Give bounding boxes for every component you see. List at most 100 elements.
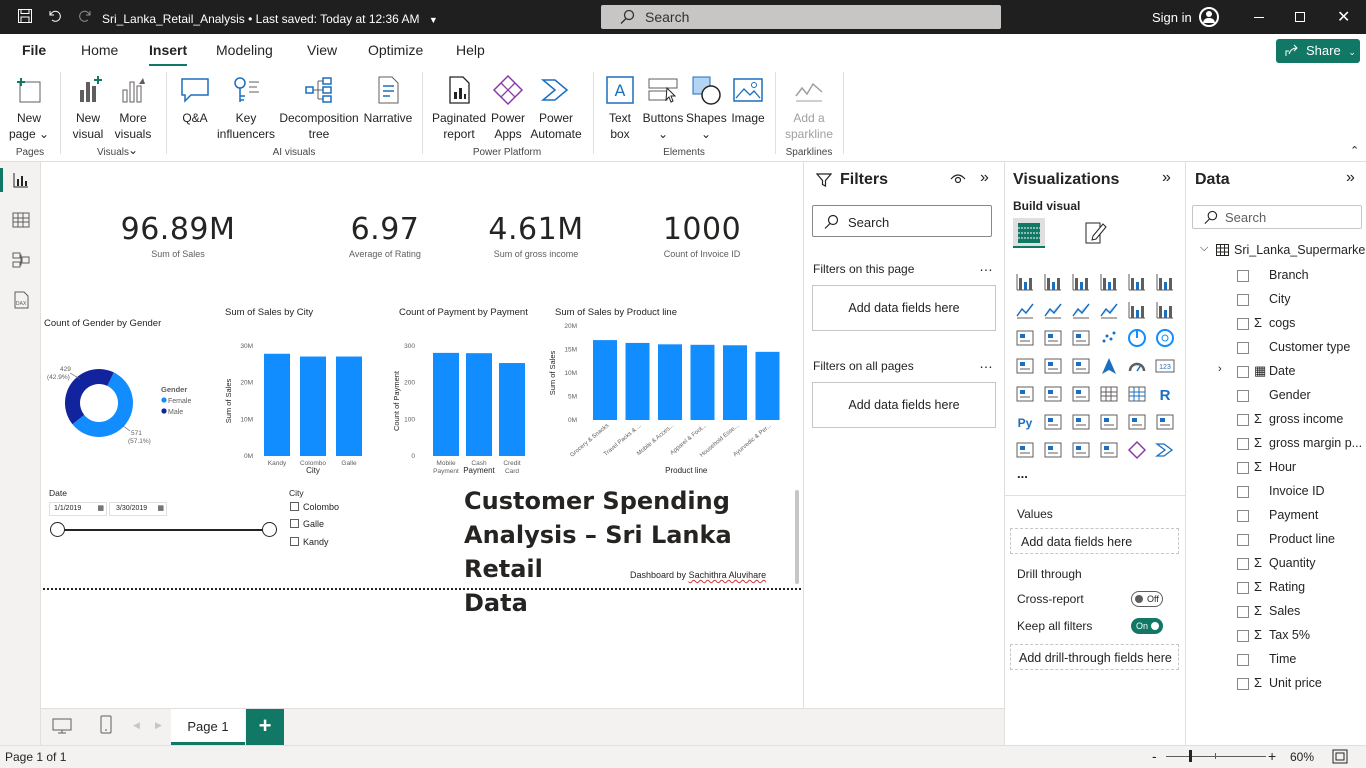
azure-map-icon[interactable] [1099,356,1119,376]
new-page-button[interactable]: New page ⌄ [8,74,50,142]
key-influencers-icon[interactable] [1043,412,1063,432]
add-page-button[interactable]: + [246,709,284,745]
field-item[interactable]: Gender [1196,387,1366,409]
report-headline[interactable]: Customer Spending Analysis – Sri Lanka R… [464,484,804,620]
more-options-icon[interactable]: … [979,355,993,371]
shapes-button[interactable]: Shapes ⌄ [686,74,727,142]
more-visuals-ellipsis[interactable]: ... [1017,466,1028,481]
bar-0[interactable] [593,340,617,420]
share-button[interactable]: Share ⌄ [1276,39,1360,63]
paginated-visual-icon[interactable] [1015,440,1035,460]
drill-through-dropzone[interactable]: Add drill-through fields here [1010,644,1179,670]
narrative-button[interactable]: Narrative [362,74,414,126]
buttons-button[interactable]: Buttons ⌄ [640,74,686,142]
bar-4[interactable] [723,345,747,420]
bar-0[interactable] [433,352,459,456]
mobile-layout-icon[interactable] [99,715,113,735]
bar-2[interactable] [658,344,682,420]
field-checkbox[interactable] [1237,654,1249,666]
tab-help[interactable]: Help [456,42,485,58]
area-chart-icon[interactable] [1043,300,1063,320]
field-item[interactable]: Σ Sales [1196,603,1366,625]
cross-report-toggle[interactable]: Off [1131,591,1163,607]
field-item[interactable]: Time [1196,651,1366,673]
fit-to-page-icon[interactable] [1332,749,1348,764]
chevron-right-icon[interactable]: › [1218,363,1222,375]
collapse-data-icon[interactable]: » [1346,169,1355,187]
arcgis-icon[interactable] [1099,440,1119,460]
field-item[interactable]: Σgross income [1196,411,1366,433]
text-box-button[interactable]: A Text box [600,74,640,142]
treemap-icon[interactable] [1015,356,1035,376]
checkbox[interactable] [290,537,299,546]
field-checkbox[interactable] [1237,534,1249,546]
key-influencers-button[interactable]: Key influencers [216,74,276,142]
close-icon[interactable]: ✕ [1337,7,1350,27]
field-checkbox[interactable] [1237,438,1249,450]
funnel-icon[interactable] [1071,328,1091,348]
city-bar-chart[interactable]: 30M20M10M0MSum of SalesKandy Colombo Galle… [219,320,379,480]
stacked-column-chart-icon[interactable] [1043,272,1063,292]
card-new-icon[interactable] [1043,440,1063,460]
line-chart-icon[interactable] [1015,300,1035,320]
field-item[interactable]: Product line [1196,531,1366,553]
field-item[interactable]: › ▦ Date [1196,363,1366,385]
field-checkbox[interactable] [1237,390,1249,402]
minimize-icon[interactable] [1254,17,1264,18]
multi-row-card-icon[interactable] [1015,384,1035,404]
page-scroll-left-icon[interactable]: ◀ [133,720,140,731]
python-visual-icon[interactable]: Py [1015,412,1035,432]
maximize-icon[interactable] [1295,12,1305,22]
smart-narrative-icon[interactable] [1127,412,1147,432]
zoom-slider[interactable] [1166,750,1266,762]
bar-2[interactable] [336,356,362,456]
kpi-card-sales[interactable]: 96.89M Sum of Sales [103,212,253,259]
field-item[interactable]: Branch [1196,267,1366,289]
stacked-bar-chart-icon[interactable] [1015,272,1035,292]
all-pages-filter-dropzone[interactable]: Add data fields here [812,382,996,428]
table-view-icon[interactable] [11,210,31,230]
data-search-input[interactable]: Search [1192,205,1362,229]
bar-1[interactable] [625,342,650,420]
card-icon[interactable]: 123 [1155,356,1175,376]
undo-icon[interactable] [46,8,64,26]
dax-query-view-icon[interactable]: DAX [11,290,31,310]
date-slider-end-handle[interactable] [262,522,277,537]
date-to-input[interactable]: 3/30/2019 ▦ [109,502,167,516]
new-visual-button[interactable]: New visual [68,74,108,142]
redo-icon[interactable] [76,8,94,26]
checkbox[interactable] [290,502,299,511]
search-input[interactable]: Search [601,5,1001,29]
desktop-layout-icon[interactable] [51,717,73,735]
field-checkbox[interactable] [1237,630,1249,642]
page-filter-dropzone[interactable]: Add data fields here [812,285,996,331]
table-icon[interactable] [1099,384,1119,404]
sign-in-link[interactable]: Sign in [1152,10,1192,25]
model-view-icon[interactable] [11,250,31,270]
account-icon[interactable] [1199,7,1219,27]
field-checkbox[interactable] [1237,414,1249,426]
stacked-bar-100-icon[interactable] [1127,272,1147,292]
field-checkbox[interactable] [1237,318,1249,330]
tab-home[interactable]: Home [81,42,118,58]
zoom-out-icon[interactable]: - [1152,748,1157,764]
tab-optimize[interactable]: Optimize [368,42,423,58]
more-visuals-button[interactable]: More visuals ⌄ [110,74,156,158]
power-automate-button[interactable]: Power Automate [530,74,582,142]
funnel-chart-icon[interactable] [1043,328,1063,348]
legend-female[interactable]: Female [168,398,191,405]
clustered-column-chart-icon[interactable] [1099,272,1119,292]
field-item[interactable]: Payment [1196,507,1366,529]
field-item[interactable]: Σ Hour [1196,459,1366,481]
donut-chart-icon[interactable] [1155,328,1175,348]
format-visual-icon[interactable] [1083,220,1109,246]
power-apps-icon[interactable] [1127,440,1147,460]
field-item[interactable]: Invoice ID [1196,483,1366,505]
field-item[interactable]: Σcogs [1196,315,1366,337]
add-sparkline-button[interactable]: Add a sparkline [780,74,838,142]
headline-scrollbar[interactable] [795,490,799,584]
city-slicer-item-galle[interactable]: Galle [290,519,324,529]
field-checkbox[interactable] [1237,558,1249,570]
gender-donut-chart[interactable]: 429 (42.9%) 571 (57.1%) Gender Female Ma… [44,357,214,457]
checkbox[interactable] [290,519,299,528]
